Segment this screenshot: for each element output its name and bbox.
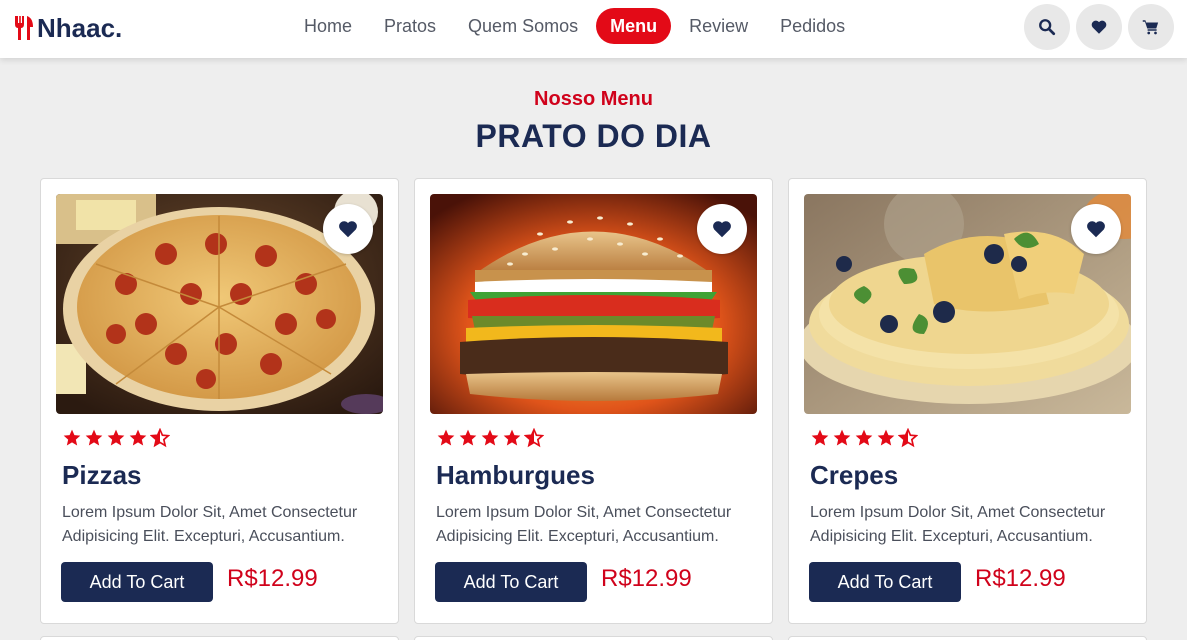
star-half-icon — [150, 428, 170, 448]
nav-item-review[interactable]: Review — [673, 8, 764, 44]
star-icon — [85, 429, 103, 446]
nav-item-home[interactable]: Home — [288, 8, 368, 44]
dish-card: Crepes Lorem Ipsum Dolor Sit, Amet Conse… — [788, 178, 1147, 624]
star-rating — [810, 428, 918, 448]
brand-name: Nhaac. — [37, 13, 123, 43]
nav-item-pedidos[interactable]: Pedidos — [764, 8, 861, 44]
star-icon — [437, 429, 455, 446]
dish-card-next-row — [414, 636, 773, 640]
star-icon — [855, 429, 873, 446]
dish-price: R$12.99 — [975, 565, 1066, 592]
dish-description: Lorem Ipsum Dolor Sit, Amet Consectetur … — [810, 504, 1106, 545]
search-icon — [1039, 19, 1056, 36]
nav-item-quem-somos[interactable]: Quem Somos — [452, 8, 594, 44]
star-icon — [481, 429, 499, 446]
dish-card: Hamburgues Lorem Ipsum Dolor Sit, Amet C… — [414, 178, 773, 624]
dish-name: Pizzas — [62, 460, 142, 490]
dish-description: Lorem Ipsum Dolor Sit, Amet Consectetur … — [436, 504, 732, 545]
star-icon — [503, 429, 521, 446]
star-rating — [62, 428, 170, 448]
heart-icon — [1091, 20, 1107, 34]
star-icon — [877, 429, 895, 446]
search-button[interactable] — [1024, 4, 1070, 50]
dish-image-crepes — [804, 194, 1131, 414]
section-title: PRATO DO DIA — [475, 118, 712, 154]
star-icon — [833, 429, 851, 446]
cart-icon — [1142, 20, 1159, 35]
nav-item-menu[interactable]: Menu — [596, 8, 672, 44]
dish-name: Crepes — [810, 460, 899, 490]
favorite-toggle-button[interactable] — [697, 204, 747, 254]
dish-image-pizza — [56, 194, 383, 414]
favorite-toggle-button[interactable] — [1071, 204, 1121, 254]
star-icon — [459, 429, 477, 446]
star-rating — [436, 428, 544, 448]
star-icon — [63, 429, 81, 446]
section-subtitle: Nosso Menu — [534, 88, 653, 110]
main-nav: Home Pratos Quem Somos Menu Review Pedid… — [288, 8, 861, 44]
fork-knife-icon — [15, 16, 33, 40]
heart-icon — [713, 221, 731, 238]
add-to-cart-button[interactable]: Add To Cart — [61, 562, 213, 602]
dish-image-burger — [430, 194, 757, 414]
favorites-button[interactable] — [1076, 4, 1122, 50]
cart-button[interactable] — [1128, 4, 1174, 50]
dish-card: Pizzas Lorem Ipsum Dolor Sit, Amet Conse… — [40, 178, 399, 624]
dish-card-next-row — [40, 636, 399, 640]
nav-item-pratos[interactable]: Pratos — [368, 8, 452, 44]
heart-icon — [1087, 221, 1105, 238]
dish-description: Lorem Ipsum Dolor Sit, Amet Consectetur … — [62, 504, 358, 545]
dish-price: R$12.99 — [601, 565, 692, 592]
add-to-cart-button[interactable]: Add To Cart — [435, 562, 587, 602]
dish-price: R$12.99 — [227, 565, 318, 592]
brand-logo[interactable]: Nhaac. — [12, 12, 122, 44]
star-half-icon — [898, 428, 918, 448]
star-icon — [107, 429, 125, 446]
add-to-cart-button[interactable]: Add To Cart — [809, 562, 961, 602]
dish-name: Hamburgues — [436, 460, 595, 490]
star-half-icon — [524, 428, 544, 448]
favorite-toggle-button[interactable] — [323, 204, 373, 254]
star-icon — [811, 429, 829, 446]
dish-card-next-row — [788, 636, 1147, 640]
star-icon — [129, 429, 147, 446]
heart-icon — [339, 221, 357, 238]
site-header: Nhaac. Home Pratos Quem Somos Menu Revie… — [0, 0, 1187, 58]
